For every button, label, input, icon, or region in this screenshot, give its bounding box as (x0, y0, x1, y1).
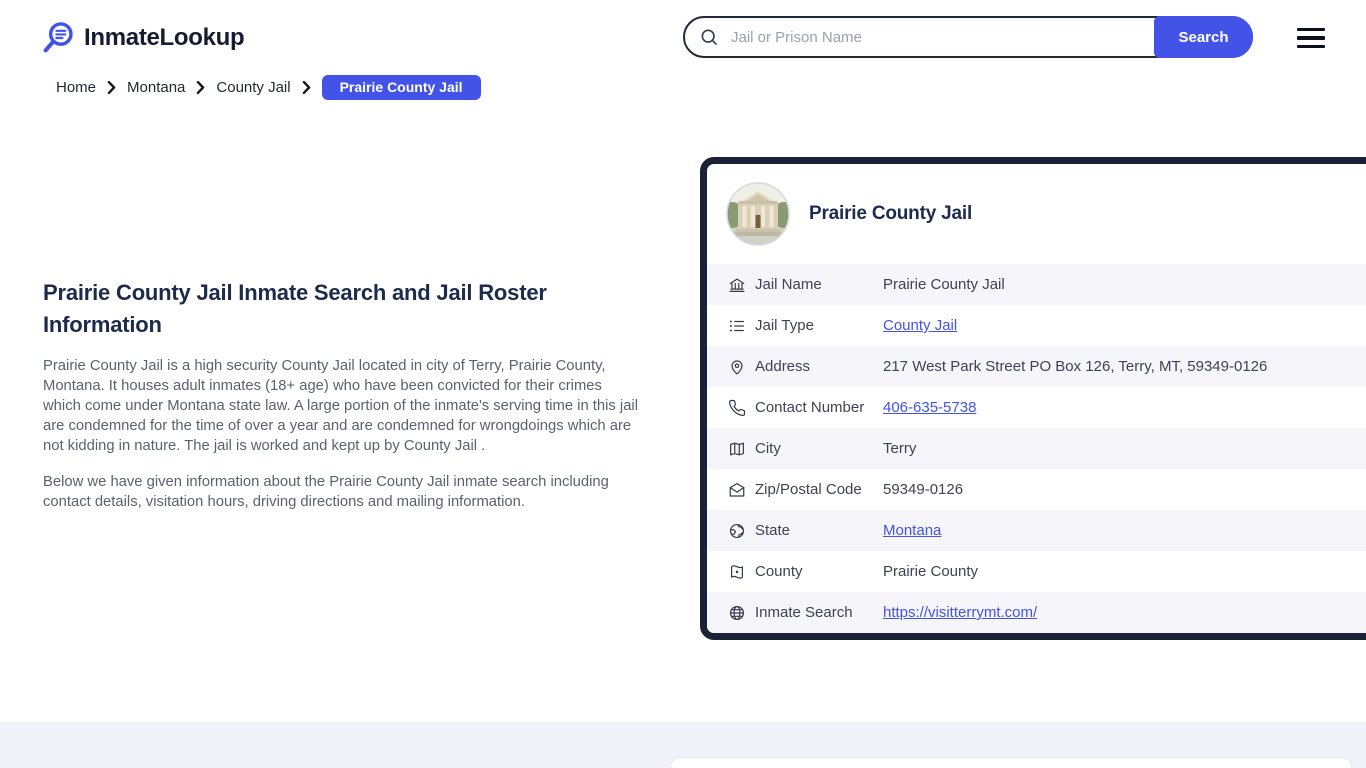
map-icon (728, 440, 746, 458)
breadcrumb-link-montana[interactable]: Montana (127, 79, 185, 96)
jail-info-row: City Terry (707, 428, 1366, 469)
site-logo[interactable]: InmateLookup (40, 20, 245, 56)
bottom-card-top-edge (670, 757, 1352, 768)
jail-info-value: Terry (883, 440, 917, 457)
breadcrumb: Home Montana County Jail Prairie County Jai… (56, 75, 481, 100)
jail-info-value: 217 West Park Street PO Box 126, Terry, … (883, 358, 1268, 375)
jail-info-label: Address (755, 358, 811, 375)
jail-info-value[interactable]: https://visitterrymt.com/ (883, 604, 1037, 621)
list-icon (728, 317, 746, 335)
page: InmateLookup Search Home Montana County Ja… (0, 0, 1366, 768)
phone-icon (728, 399, 746, 417)
bank-icon (728, 276, 746, 294)
jail-info-label: Zip/Postal Code (755, 481, 862, 498)
jail-info-row: Inmate Search https://visitterrymt.com/ (707, 592, 1366, 633)
jail-info-value: Prairie County (883, 563, 979, 580)
jail-info-label: County (755, 563, 803, 580)
jail-info-row: State Montana (707, 510, 1366, 551)
article-paragraph: Below we have given information about th… (43, 474, 609, 510)
search-bar: Search (683, 16, 1253, 58)
jail-info-row: Address 217 West Park Street PO Box 126, … (707, 346, 1366, 387)
map-pin-icon (728, 358, 746, 376)
page-title: Prairie County Jail Inmate Search and Ja… (43, 280, 547, 337)
breadcrumb-link-county-jail[interactable]: County Jail (216, 79, 290, 96)
article-paragraph: Prairie County Jail is a high security C… (43, 358, 639, 454)
jail-info-row: Jail Name Prairie County Jail (707, 264, 1366, 305)
earth-icon (728, 522, 746, 540)
site-logo-text: InmateLookup (84, 24, 245, 51)
jail-info-table: Jail Name Prairie County Jail Jail Type Cou… (707, 264, 1366, 633)
jail-info-label: Inmate Search (755, 604, 853, 621)
menu-icon[interactable] (1297, 28, 1325, 48)
search-button[interactable]: Search (1154, 16, 1253, 58)
jail-info-value[interactable]: 406-635-5738 (883, 399, 976, 416)
jail-info-value[interactable]: Montana (883, 522, 941, 539)
envelope-icon (728, 481, 746, 499)
jail-info-row: Zip/Postal Code 59349-0126 (707, 469, 1366, 510)
globe-icon (728, 604, 746, 622)
breadcrumb-link-home[interactable]: Home (56, 79, 96, 96)
jail-info-card: Prairie County Jail Jail Name Prairie Cou… (700, 157, 1366, 640)
search-icon (699, 27, 719, 47)
jail-info-label: Contact Number (755, 399, 865, 416)
courthouse-photo (726, 182, 790, 246)
jail-card-header: Prairie County Jail (707, 164, 1366, 264)
magnifier-list-icon (40, 20, 76, 56)
chevron-right-icon (107, 81, 116, 94)
chevron-right-icon (302, 81, 311, 94)
jail-info-row: County Prairie County (707, 551, 1366, 592)
chevron-right-icon (196, 81, 205, 94)
jail-info-row: Contact Number 406-635-5738 (707, 387, 1366, 428)
jail-info-row: Jail Type County Jail (707, 305, 1366, 346)
jail-info-value[interactable]: County Jail (883, 317, 957, 334)
jail-info-label: State (755, 522, 791, 539)
breadcrumb-current[interactable]: Prairie County Jail (321, 75, 481, 100)
jail-info-label: Jail Name (755, 276, 822, 293)
jail-info-label: City (755, 440, 781, 457)
county-map-icon (728, 563, 746, 581)
jail-info-value: 59349-0126 (883, 481, 964, 498)
jail-info-value: Prairie County Jail (883, 276, 1005, 293)
jail-card-title: Prairie County Jail (809, 203, 973, 224)
jail-info-label: Jail Type (755, 317, 814, 334)
